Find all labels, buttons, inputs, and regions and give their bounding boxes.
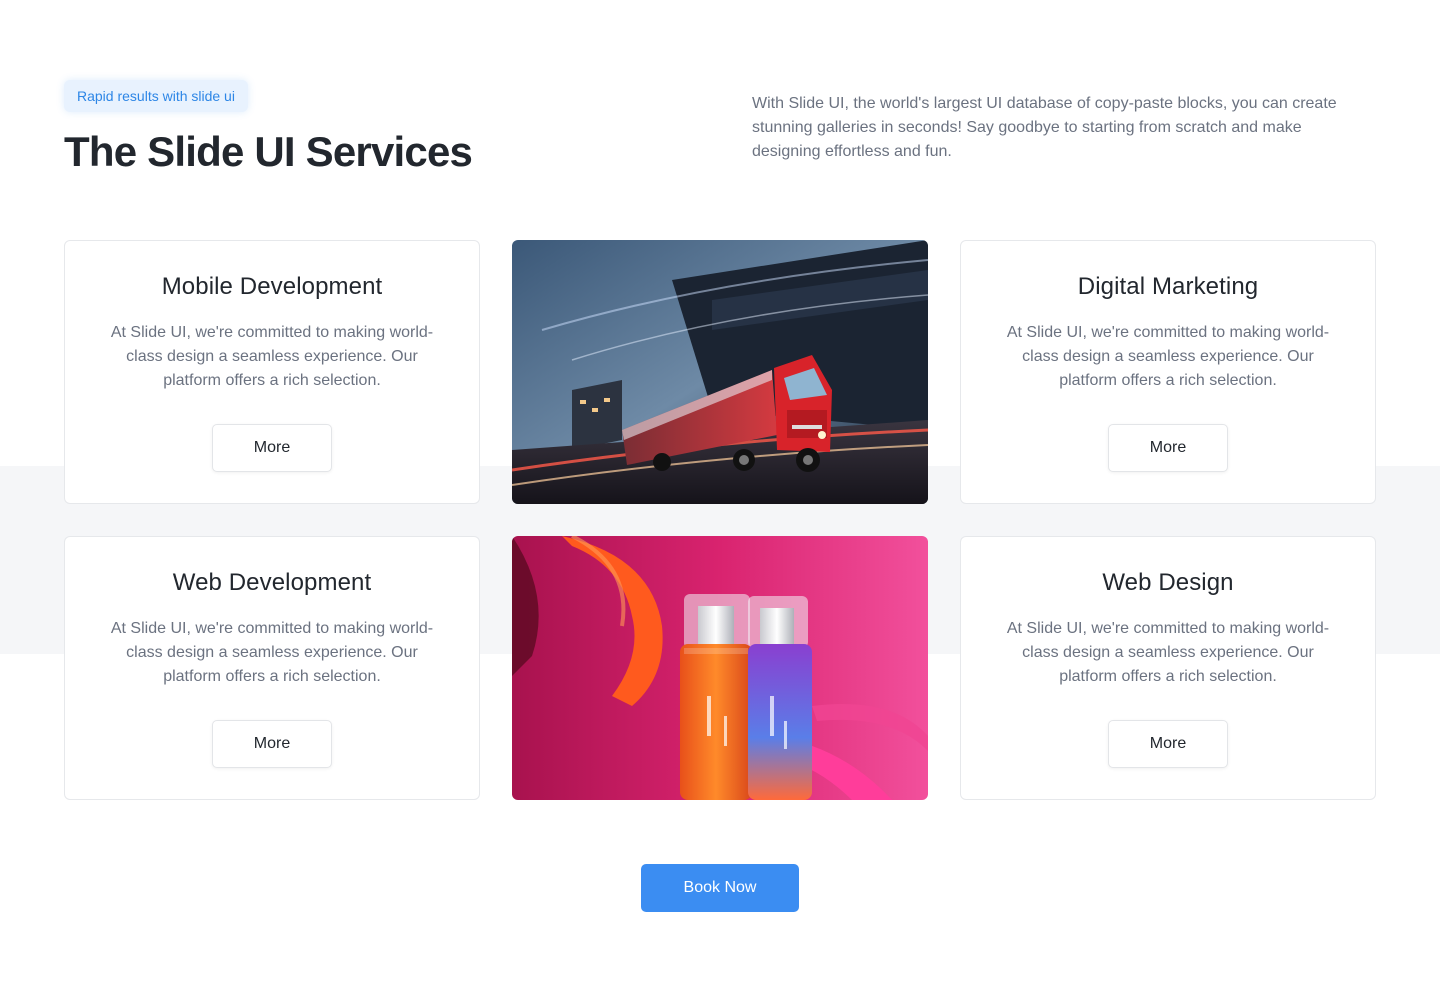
service-card-web-development: Web Development At Slide UI, we're commi… (64, 536, 480, 800)
bottles-image (512, 536, 928, 800)
service-card-mobile-development: Mobile Development At Slide UI, we're co… (64, 240, 480, 504)
service-description: At Slide UI, we're committed to making w… (110, 324, 434, 389)
service-description: At Slide UI, we're committed to making w… (110, 620, 434, 685)
book-now-button[interactable]: Book Now (641, 864, 799, 912)
more-button[interactable]: More (1108, 424, 1228, 472)
header-badge: Rapid results with slide ui (64, 80, 248, 112)
service-title: Mobile Development (161, 273, 383, 300)
more-button[interactable]: More (212, 424, 332, 472)
service-title: Web Design (1102, 569, 1234, 596)
service-title: Web Development (172, 569, 372, 596)
service-card-web-design: Web Design At Slide UI, we're committed … (960, 536, 1376, 800)
more-button[interactable]: More (212, 720, 332, 768)
service-description: At Slide UI, we're committed to making w… (1006, 620, 1330, 685)
service-title: Digital Marketing (1077, 273, 1259, 300)
intro-text: With Slide UI, the world's largest UI da… (752, 95, 1337, 160)
more-button[interactable]: More (1108, 720, 1228, 768)
service-description: At Slide UI, we're committed to making w… (1006, 324, 1330, 389)
truck-image (512, 240, 928, 504)
service-card-digital-marketing: Digital Marketing At Slide UI, we're com… (960, 240, 1376, 504)
page-title: The Slide UI Services (64, 128, 473, 175)
